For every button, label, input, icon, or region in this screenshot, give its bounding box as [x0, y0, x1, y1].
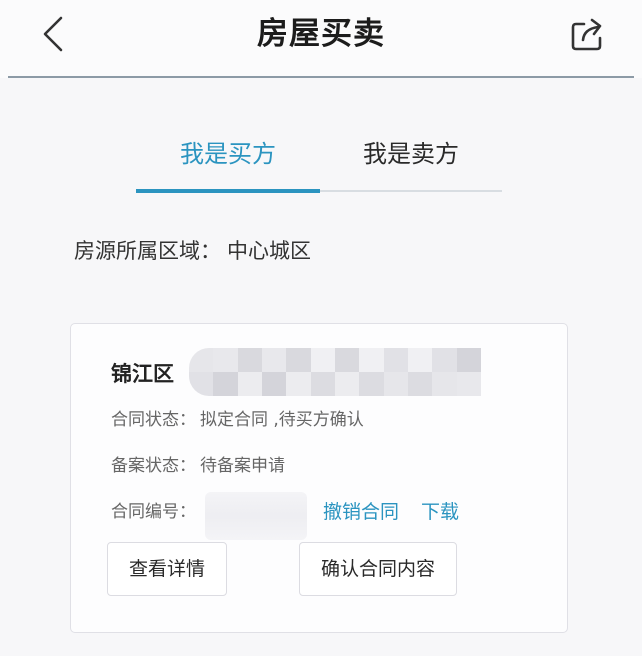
download-link[interactable]: 下载: [421, 498, 459, 526]
contract-card: 锦江区 合同状态： 拟定合同 ,待买方确认 备案状态： 待备案申请 合同编号： 撤销…: [70, 323, 568, 633]
contract-number-row: 合同编号：: [111, 498, 200, 526]
confirm-contract-button[interactable]: 确认合同内容: [299, 542, 457, 596]
filing-status-value: 待备案申请: [200, 456, 285, 476]
region-row: 房源所属区域： 中心城区: [74, 234, 311, 268]
role-tabs: 我是买方 我是卖方: [136, 120, 502, 196]
header-bar: 房屋买卖: [0, 0, 642, 78]
filing-status-row: 备案状态： 待备案申请: [111, 452, 285, 480]
tab-active-indicator: [136, 189, 320, 193]
revoke-contract-link[interactable]: 撤销合同: [323, 498, 399, 526]
redacted-address-mosaic: [189, 348, 481, 396]
region-value[interactable]: 中心城区: [227, 239, 311, 263]
contract-number-label: 合同编号：: [111, 502, 196, 522]
page: 房屋买卖 我是买方 我是卖方 房源所属区域： 中心城区 锦江区 合同状态： 拟定合同…: [0, 0, 642, 656]
contract-status-value: 拟定合同 ,待买方确认: [200, 410, 364, 430]
tab-buyer[interactable]: 我是买方: [136, 134, 320, 174]
share-icon: [571, 18, 602, 51]
page-title: 房屋买卖: [257, 16, 385, 52]
redacted-contract-number: [205, 492, 307, 540]
contract-status-row: 合同状态： 拟定合同 ,待买方确认: [111, 406, 364, 434]
view-details-button[interactable]: 查看详情: [107, 542, 227, 596]
region-label: 房源所属区域：: [74, 239, 221, 263]
property-name: 锦江区: [111, 362, 174, 386]
share-button[interactable]: [568, 14, 608, 54]
filing-status-label: 备案状态：: [111, 456, 196, 476]
tab-seller[interactable]: 我是卖方: [320, 134, 502, 174]
header-divider: [8, 76, 634, 78]
contract-status-label: 合同状态：: [111, 410, 196, 430]
